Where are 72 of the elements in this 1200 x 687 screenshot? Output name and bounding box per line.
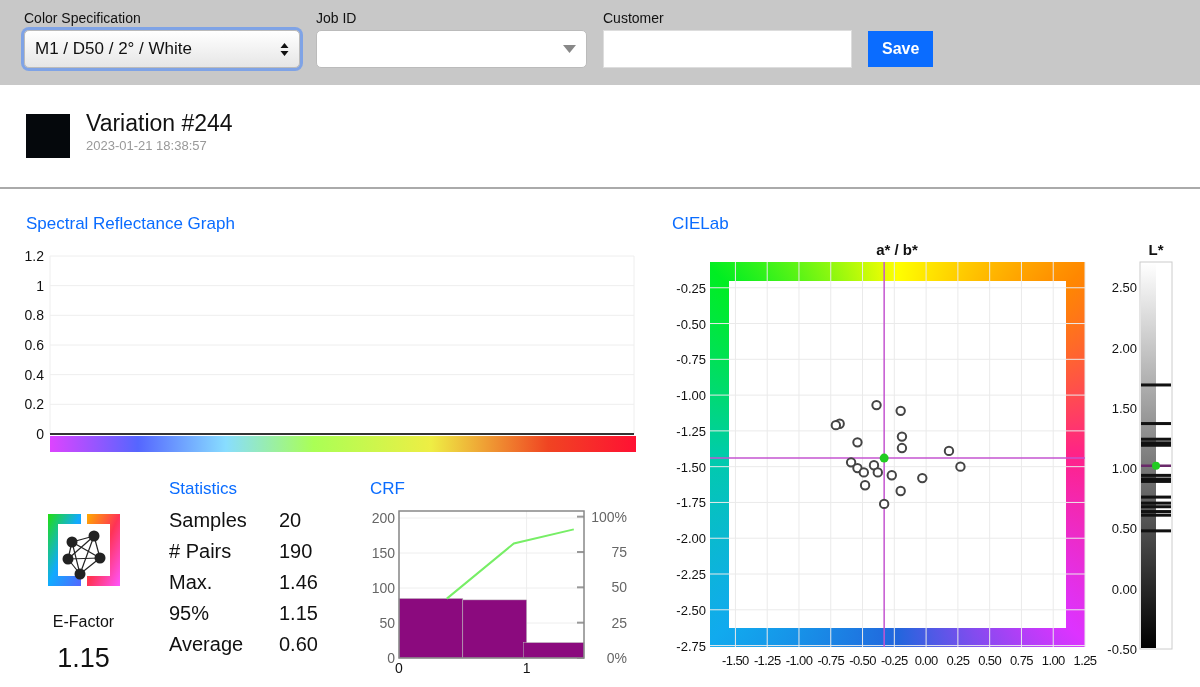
tick-label: 1.2 xyxy=(24,247,44,264)
tick-label: 0.75 xyxy=(1010,652,1033,668)
tick-label: -1.00 xyxy=(676,387,706,403)
tick-label: 1.50 xyxy=(1111,400,1137,416)
tick-label: 0.6 xyxy=(24,336,44,353)
stat-label: Max. xyxy=(169,570,214,595)
tick-label: -0.25 xyxy=(881,652,908,668)
tick-label: 25 xyxy=(611,614,627,631)
tick-label: 75 xyxy=(611,544,627,560)
tick-label: 150 xyxy=(371,545,395,561)
tick-label: 2.50 xyxy=(1111,279,1137,295)
stat-label: 95% xyxy=(169,601,211,626)
tick-label: -0.75 xyxy=(676,351,706,367)
e-factor-label: E-Factor xyxy=(52,611,115,632)
tick-label: 0.50 xyxy=(1111,520,1137,536)
tick-label: 0 xyxy=(387,650,395,666)
tick-label: -0.50 xyxy=(849,652,876,668)
stat-value: 0.60 xyxy=(279,632,318,657)
section-title: CRF xyxy=(370,477,406,500)
tick-label: -0.75 xyxy=(817,652,845,668)
tick-label: 2.00 xyxy=(1111,340,1137,356)
tick-label: 0% xyxy=(606,650,627,666)
stat-value: 190 xyxy=(279,539,313,564)
tick-label: 0.4 xyxy=(24,366,44,383)
e-factor-value: 1.15 xyxy=(57,641,110,675)
tick-label: -0.50 xyxy=(1107,641,1137,657)
tick-label: 1 xyxy=(522,660,531,676)
field-label: Color Specification xyxy=(24,10,142,26)
stat-value: 20 xyxy=(279,508,302,533)
tick-label: 1.00 xyxy=(1111,460,1137,476)
tick-label: 0.00 xyxy=(914,652,938,668)
tick-label: 100% xyxy=(591,508,627,525)
tick-label: -2.00 xyxy=(676,530,706,546)
section-title: Spectral Reflectance Graph xyxy=(26,213,236,235)
stat-value: 1.46 xyxy=(279,570,318,595)
tick-label: -0.25 xyxy=(676,280,706,296)
tick-label: 1 xyxy=(36,277,44,294)
stat-label: Samples xyxy=(169,508,248,533)
tick-label: -1.50 xyxy=(722,652,749,668)
tick-label: -2.75 xyxy=(676,638,706,654)
section-title: CIELab xyxy=(672,213,730,235)
tick-label: 50 xyxy=(611,579,627,596)
tick-label: 50 xyxy=(379,615,395,631)
field-label: Job ID xyxy=(316,10,358,26)
stat-value: 1.15 xyxy=(279,601,318,626)
tick-label: -2.50 xyxy=(676,602,706,618)
chart-title: a* / b* xyxy=(876,240,918,258)
tick-label: 0.25 xyxy=(946,652,970,668)
tick-label: 0.8 xyxy=(24,306,44,323)
tick-label: -0.50 xyxy=(676,316,706,332)
tick-label: -1.25 xyxy=(676,423,706,439)
tick-label: 0.2 xyxy=(24,395,44,412)
stat-label: # Pairs xyxy=(169,539,233,564)
tick-label: 1.00 xyxy=(1041,652,1065,668)
variation-title: Variation #244 xyxy=(86,110,233,137)
tick-label: -1.50 xyxy=(676,459,706,475)
tick-label: 0.50 xyxy=(978,652,1002,668)
section-title: Statistics xyxy=(169,477,239,500)
tick-label: 0.00 xyxy=(1111,581,1137,597)
field-label: Customer xyxy=(603,10,665,26)
tick-label: 100 xyxy=(371,580,395,596)
chart-title: L* xyxy=(1148,240,1164,258)
stat-label: Average xyxy=(169,632,245,657)
tick-label: -1.25 xyxy=(753,652,781,668)
tick-label: -1.00 xyxy=(785,652,813,668)
tick-label: 0 xyxy=(36,425,44,442)
timestamp: 2023-01-21 18:38:57 xyxy=(86,137,208,156)
tick-label: -2.25 xyxy=(676,566,706,582)
tick-label: 1.25 xyxy=(1073,652,1097,668)
tick-label: 0 xyxy=(395,660,403,676)
tick-label: -1.75 xyxy=(676,494,706,510)
tick-label: 200 xyxy=(371,510,395,526)
